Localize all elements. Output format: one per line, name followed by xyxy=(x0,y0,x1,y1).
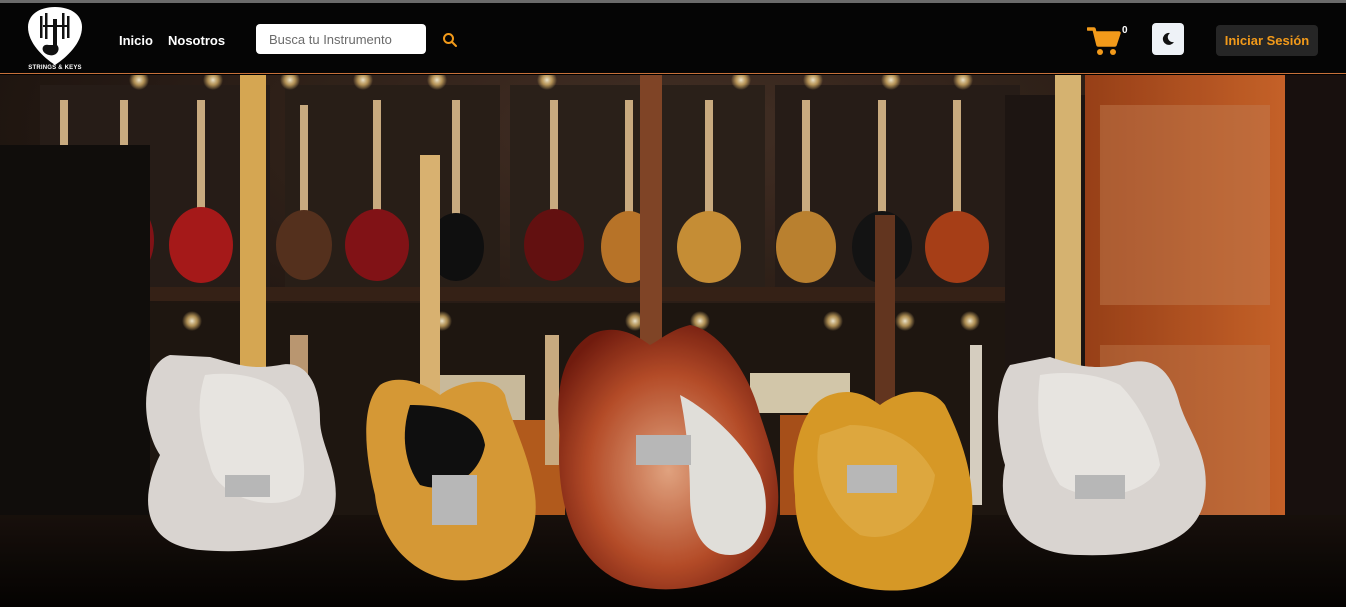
cart-count-badge: 0 xyxy=(1122,25,1128,36)
login-button[interactable]: Iniciar Sesión xyxy=(1216,25,1318,56)
guitar-store-photo xyxy=(0,75,1346,607)
guitar-pick-icon xyxy=(28,7,82,65)
hero-banner xyxy=(0,75,1346,607)
logo-text: STRINGS & KEYS xyxy=(28,65,82,71)
search-input[interactable] xyxy=(256,24,426,54)
theme-toggle-button[interactable] xyxy=(1152,23,1184,55)
nav-link-inicio[interactable]: Inicio xyxy=(119,33,153,48)
shopping-cart-icon xyxy=(1086,27,1121,55)
brand-logo[interactable]: STRINGS & KEYS xyxy=(27,5,83,73)
moon-icon xyxy=(1162,32,1174,45)
cart-button[interactable] xyxy=(1086,26,1121,56)
search-button[interactable] xyxy=(441,31,459,49)
navbar: STRINGS & KEYS Inicio Nosotros 0 Iniciar… xyxy=(0,3,1346,74)
nav-link-nosotros[interactable]: Nosotros xyxy=(168,33,225,48)
search-icon xyxy=(443,33,457,47)
